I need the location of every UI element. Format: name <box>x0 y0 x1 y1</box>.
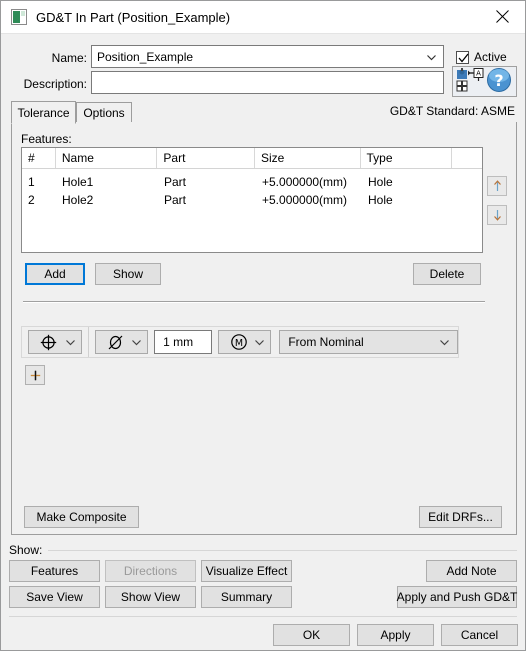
table-row[interactable]: 1 Hole1 Part +5.000000(mm) Hole <box>22 173 482 191</box>
column-header-part[interactable]: Part <box>157 148 255 168</box>
gdt-dialog: GD&T In Part (Position_Example) Name: Po… <box>0 0 526 651</box>
delete-button[interactable]: Delete <box>413 263 481 285</box>
apply-button[interactable]: Apply <box>357 624 434 646</box>
diameter-modifier-dropdown[interactable] <box>94 330 149 354</box>
add-button[interactable]: Add <box>25 263 85 285</box>
cell-size: +5.000000(mm) <box>262 193 348 207</box>
description-input[interactable] <box>91 71 444 94</box>
cell-part: Part <box>164 193 187 207</box>
show-button[interactable]: Show <box>95 263 161 285</box>
chevron-down-icon <box>65 340 75 346</box>
features-button[interactable]: Features <box>9 560 100 582</box>
gdt-standard-label: GD&T Standard: ASME <box>389 104 515 118</box>
zone-basis-dropdown[interactable]: From Nominal <box>279 330 458 354</box>
chevron-down-icon <box>427 54 436 61</box>
move-down-button[interactable] <box>487 205 507 225</box>
tolerance-value-input[interactable]: 1 mm <box>154 330 212 354</box>
features-list[interactable]: # Name Part Size Type 1 Hole1 Part +5.00… <box>21 147 483 253</box>
chevron-down-icon <box>255 340 265 346</box>
cell-part: Part <box>164 175 187 189</box>
show-group-line <box>48 550 517 551</box>
description-label: Description: <box>23 77 87 91</box>
window-title: GD&T In Part (Position_Example) <box>36 9 231 25</box>
title-bar: GD&T In Part (Position_Example) <box>1 1 525 34</box>
position-symbol-icon <box>41 334 57 350</box>
footer-divider <box>9 616 517 617</box>
show-view-button[interactable]: Show View <box>105 586 196 608</box>
arrow-down-icon <box>493 210 501 221</box>
zone-basis-value: From Nominal <box>288 335 364 349</box>
table-row[interactable]: 2 Hole2 Part +5.000000(mm) Hole <box>22 191 482 209</box>
column-header-name[interactable]: Name <box>56 148 158 168</box>
directions-button: Directions <box>105 560 196 582</box>
cell-type: Hole <box>368 193 393 207</box>
checkbox-box <box>456 50 469 64</box>
column-header-type[interactable]: Type <box>361 148 453 168</box>
frame-divider <box>87 327 89 357</box>
datum-annotation-icon[interactable]: A <box>456 68 484 95</box>
mmc-symbol-icon: M <box>230 334 247 350</box>
cell-name: Hole2 <box>62 193 94 207</box>
active-label: Active <box>474 50 507 64</box>
cell-num: 1 <box>28 175 35 189</box>
tab-tolerance[interactable]: Tolerance <box>11 101 76 124</box>
plus-icon <box>30 370 40 380</box>
column-header-blank[interactable] <box>452 148 482 168</box>
visualize-effect-button[interactable]: Visualize Effect <box>201 560 292 582</box>
close-icon[interactable] <box>480 1 525 32</box>
chevron-down-icon <box>132 340 142 346</box>
arrow-up-icon <box>493 180 501 191</box>
cell-size: +5.000000(mm) <box>262 175 348 189</box>
features-label: Features: <box>21 132 72 146</box>
active-checkbox[interactable]: Active <box>456 50 507 64</box>
diameter-symbol-icon <box>108 335 123 349</box>
name-label: Name: <box>51 51 87 65</box>
ok-button[interactable]: OK <box>273 624 350 646</box>
help-icon[interactable]: ? <box>486 67 512 96</box>
add-segment-button[interactable] <box>25 365 45 385</box>
chevron-down-icon <box>440 340 449 346</box>
characteristic-dropdown[interactable] <box>28 330 82 354</box>
add-note-button[interactable]: Add Note <box>426 560 517 582</box>
tab-options[interactable]: Options <box>76 102 132 123</box>
tolerance-value: 1 mm <box>163 335 194 349</box>
cell-name: Hole1 <box>62 175 94 189</box>
move-up-button[interactable] <box>487 176 507 196</box>
app-icon <box>11 9 27 25</box>
svg-text:M: M <box>234 338 242 349</box>
svg-text:A: A <box>476 70 481 78</box>
cancel-button[interactable]: Cancel <box>441 624 518 646</box>
features-list-header: # Name Part Size Type <box>22 148 482 169</box>
name-value: Position_Example <box>97 49 194 64</box>
edit-drfs-button[interactable]: Edit DRFs... <box>419 506 502 528</box>
material-modifier-dropdown[interactable]: M <box>217 330 272 354</box>
tolerance-frame: 1 mm M From Nominal <box>21 326 459 358</box>
save-view-button[interactable]: Save View <box>9 586 100 608</box>
cell-num: 2 <box>28 193 35 207</box>
column-header-size[interactable]: Size <box>255 148 361 168</box>
divider <box>23 301 485 303</box>
column-header-num[interactable]: # <box>22 148 56 168</box>
show-group-label: Show: <box>9 543 47 557</box>
description-icon-group: A ? <box>452 66 517 97</box>
svg-text:?: ? <box>494 71 503 90</box>
name-combo[interactable]: Position_Example <box>91 45 444 68</box>
cell-type: Hole <box>368 175 393 189</box>
summary-button[interactable]: Summary <box>201 586 292 608</box>
make-composite-button[interactable]: Make Composite <box>24 506 139 528</box>
apply-push-gdt-button[interactable]: Apply and Push GD&T <box>397 586 517 608</box>
